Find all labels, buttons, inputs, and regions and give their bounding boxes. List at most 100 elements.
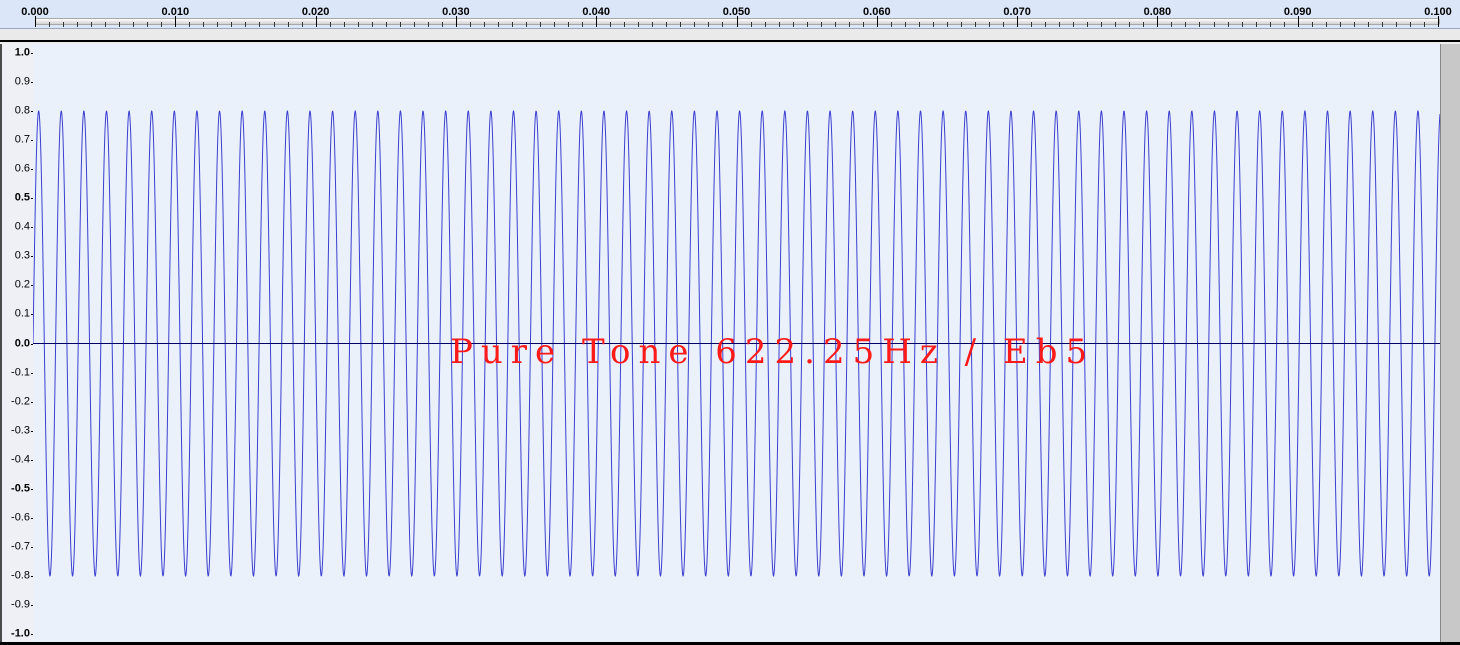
vertical-scrollbar[interactable] [1440, 44, 1460, 645]
time-minor-tick [372, 22, 373, 27]
time-major-tick [35, 16, 36, 27]
time-minor-tick [245, 22, 246, 27]
time-minor-tick [1396, 22, 1397, 27]
time-minor-tick [1326, 22, 1327, 27]
time-minor-tick [1087, 22, 1088, 27]
amplitude-tick-label: 0.7 [14, 133, 30, 146]
time-minor-tick [947, 22, 948, 27]
time-major-tick [596, 16, 597, 27]
time-minor-tick [1368, 22, 1369, 27]
time-major-tick [456, 16, 457, 27]
time-major-tick [1438, 16, 1439, 27]
time-minor-tick [330, 22, 331, 27]
time-minor-tick [203, 22, 204, 27]
time-minor-tick [975, 22, 976, 27]
time-minor-tick [386, 22, 387, 27]
time-minor-tick [652, 22, 653, 27]
time-minor-tick [119, 22, 120, 27]
time-minor-tick [751, 22, 752, 27]
time-minor-tick [400, 22, 401, 27]
time-minor-tick [624, 22, 625, 27]
amplitude-tick-label: -0.2 [11, 395, 30, 408]
time-major-tick [877, 16, 878, 27]
amplitude-tick-label: -0.5 [11, 482, 30, 495]
time-minor-tick [77, 22, 78, 27]
time-major-tick [1157, 16, 1158, 27]
time-minor-tick [919, 22, 920, 27]
time-minor-tick [1171, 22, 1172, 27]
time-minor-tick [1115, 22, 1116, 27]
time-minor-tick [666, 22, 667, 27]
time-minor-tick [414, 22, 415, 27]
amplitude-tick-label: 0.2 [14, 278, 30, 291]
time-minor-tick [835, 22, 836, 27]
time-minor-tick [1129, 22, 1130, 27]
amplitude-tick-label: 0.0 [14, 337, 30, 349]
time-minor-tick [1312, 22, 1313, 27]
time-minor-tick [161, 22, 162, 27]
time-minor-tick [1143, 22, 1144, 27]
time-minor-tick [765, 22, 766, 27]
time-minor-tick [217, 22, 218, 27]
time-minor-tick [49, 22, 50, 27]
amplitude-ruler: 1.0 0.9 0.8 0.7 0.6 0.5 0.4 0.3 0.2 0.1 0.0 -0.1 -0.… [0, 44, 35, 645]
time-minor-tick [133, 22, 134, 27]
time-minor-tick [1354, 22, 1355, 27]
time-minor-tick [1340, 22, 1341, 27]
time-minor-tick [358, 22, 359, 27]
time-minor-tick [147, 22, 148, 27]
time-minor-tick [1185, 22, 1186, 27]
time-minor-tick [807, 22, 808, 27]
time-minor-tick [1228, 22, 1229, 27]
amplitude-tick-label: 0.8 [14, 104, 30, 117]
time-minor-tick [905, 22, 906, 27]
time-minor-tick [891, 22, 892, 27]
time-minor-tick [1382, 22, 1383, 27]
time-major-tick [1298, 16, 1299, 27]
time-minor-tick [722, 22, 723, 27]
time-minor-tick [1059, 22, 1060, 27]
time-minor-tick [344, 22, 345, 27]
time-minor-tick [1270, 22, 1271, 27]
timeline-ruler[interactable]: 0.000 0.010 0.020 0.030 0.040 0.050 0.060 0.070… [0, 0, 1460, 29]
time-minor-tick [638, 22, 639, 27]
amplitude-tick-label: -0.3 [11, 424, 30, 437]
time-minor-tick [105, 22, 106, 27]
time-minor-tick [849, 22, 850, 27]
time-minor-tick [961, 22, 962, 27]
time-minor-tick [512, 22, 513, 27]
time-major-tick [316, 16, 317, 27]
amplitude-tick-label: -0.7 [11, 540, 30, 553]
time-minor-tick [554, 22, 555, 27]
time-minor-tick [526, 22, 527, 27]
time-major-tick [737, 16, 738, 27]
time-minor-tick [470, 22, 471, 27]
amplitude-tick-label: -0.1 [11, 366, 30, 379]
time-minor-tick [680, 22, 681, 27]
time-minor-tick [582, 22, 583, 27]
amplitude-tick-label: -0.9 [11, 598, 30, 611]
amplitude-tick-label: 0.4 [14, 220, 30, 233]
time-minor-tick [708, 22, 709, 27]
time-minor-tick [428, 22, 429, 27]
time-minor-tick [442, 22, 443, 27]
time-minor-tick [694, 22, 695, 27]
time-minor-tick [610, 22, 611, 27]
amplitude-tick-label: 0.9 [14, 75, 30, 88]
time-minor-tick [1284, 22, 1285, 27]
time-minor-tick [1424, 22, 1425, 27]
time-minor-tick [568, 22, 569, 27]
amplitude-tick-label: 1.0 [14, 46, 30, 59]
amplitude-tick-label: 0.1 [14, 307, 30, 320]
time-minor-tick [484, 22, 485, 27]
amplitude-tick-label: 0.6 [14, 162, 30, 175]
time-minor-tick [779, 22, 780, 27]
divider [0, 40, 1460, 42]
time-minor-tick [498, 22, 499, 27]
time-minor-tick [302, 22, 303, 27]
time-minor-tick [63, 22, 64, 27]
amplitude-tick-label: -0.6 [11, 511, 30, 524]
time-minor-tick [540, 22, 541, 27]
time-minor-tick [274, 22, 275, 27]
time-minor-tick [259, 22, 260, 27]
